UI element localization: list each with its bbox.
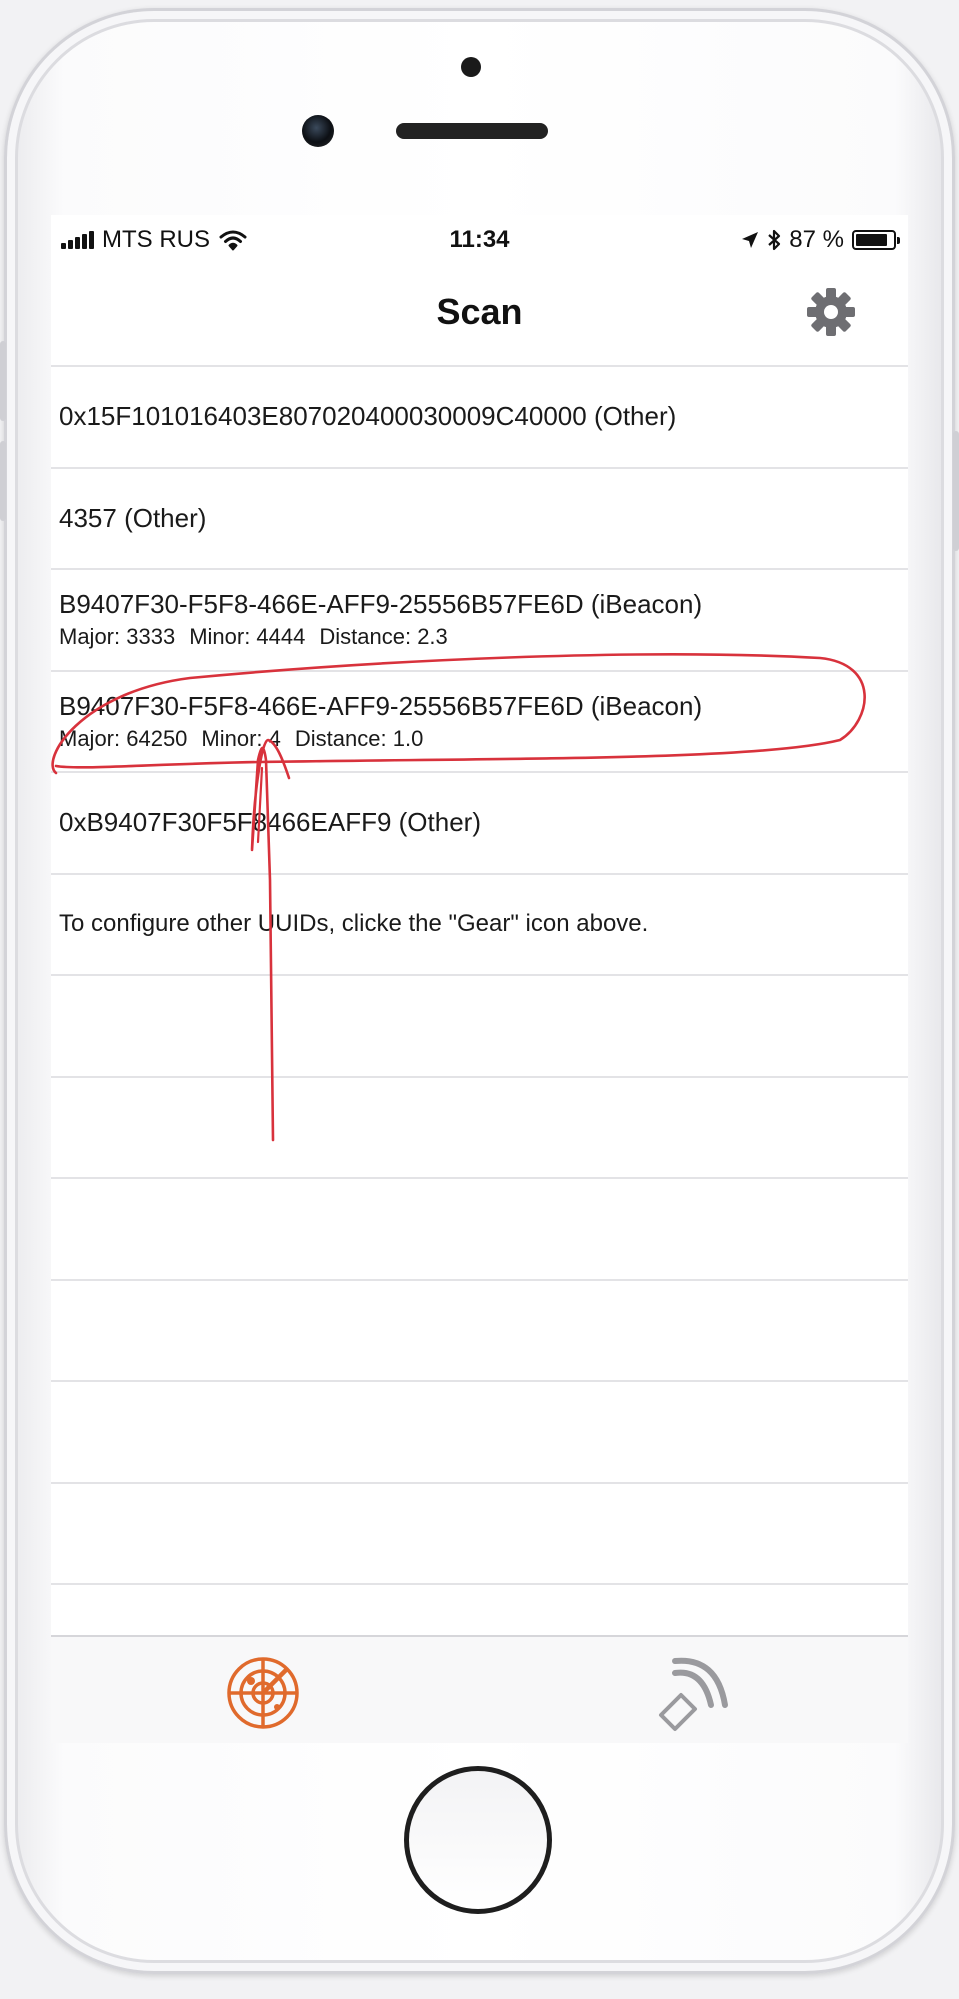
broadcast-icon: [659, 1657, 728, 1731]
beacon-name: 0xB9407F30F5F8466EAFF9 (Other): [59, 807, 481, 838]
tab-broadcast[interactable]: [651, 1655, 735, 1731]
battery-level-fill: [856, 234, 888, 246]
gear-icon[interactable]: [802, 283, 860, 341]
battery-percent: 87 %: [789, 226, 844, 253]
empty-row: [51, 1177, 908, 1279]
beacon-distance: Distance: 2.3: [319, 624, 448, 650]
tab-bar: [51, 1635, 908, 1743]
beacon-details: Major: 64250 Minor: 4 Distance: 1.0: [59, 726, 908, 752]
location-arrow-icon: [742, 232, 759, 248]
hint-row: To configure other UUIDs, clicke the "Ge…: [51, 872, 908, 975]
beacon-minor: Minor: 4: [201, 725, 281, 751]
beacon-name: 4357 (Other): [59, 502, 207, 533]
empty-row: [51, 974, 908, 1076]
empty-row: [51, 1075, 908, 1178]
power-button: [953, 431, 959, 551]
list-item[interactable]: B9407F30-F5F8-466E-AFF9-25556B57FE6D (iB…: [51, 669, 908, 772]
beacon-name: 0x15F101016403E807020400030009C40000 (Ot…: [59, 401, 677, 432]
beacon-major: Major: 64250: [59, 725, 188, 751]
beacon-minor: Minor: 4444: [189, 624, 306, 650]
empty-row: [51, 1481, 908, 1584]
empty-row: [51, 1278, 908, 1381]
beacon-details: Major: 3333 Minor: 4444 Distance: 2.3: [59, 624, 908, 650]
radar-icon: [227, 1657, 299, 1729]
home-button[interactable]: [404, 1766, 552, 1914]
app-screen: MTS RUS 11:34 87 % Scan 0x15F101016403E8…: [51, 215, 908, 1743]
volume-button: [0, 341, 6, 421]
beacon-list: 0x15F101016403E807020400030009C40000 (Ot…: [51, 365, 908, 1685]
battery-icon: [852, 230, 900, 250]
navigation-bar: Scan: [51, 265, 908, 365]
bluetooth-icon: [768, 229, 781, 251]
empty-row: [51, 1380, 908, 1482]
status-bar: MTS RUS 11:34 87 %: [51, 215, 908, 265]
list-item[interactable]: 4357 (Other): [51, 466, 908, 569]
beacon-major: Major: 3333: [59, 624, 176, 650]
beacon-name: B9407F30-F5F8-466E-AFF9-25556B57FE6D (iB…: [59, 589, 703, 620]
page-title: Scan: [436, 291, 523, 332]
earpiece-speaker: [396, 123, 548, 139]
beacon-distance: Distance: 1.0: [294, 725, 424, 751]
list-item[interactable]: 0x15F101016403E807020400030009C40000 (Ot…: [51, 365, 908, 467]
list-item[interactable]: 0xB9407F30F5F8466EAFF9 (Other): [51, 771, 908, 873]
configure-hint: To configure other UUIDs, clicke the "Ge…: [59, 910, 649, 938]
list-item[interactable]: B9407F30-F5F8-466E-AFF9-25556B57FE6D (iB…: [51, 568, 908, 670]
volume-button: [0, 441, 6, 521]
front-camera: [302, 115, 334, 147]
beacon-name: B9407F30-F5F8-466E-AFF9-25556B57FE6D (iB…: [59, 690, 703, 721]
tab-scan[interactable]: [221, 1655, 305, 1729]
proximity-sensor: [461, 57, 481, 77]
